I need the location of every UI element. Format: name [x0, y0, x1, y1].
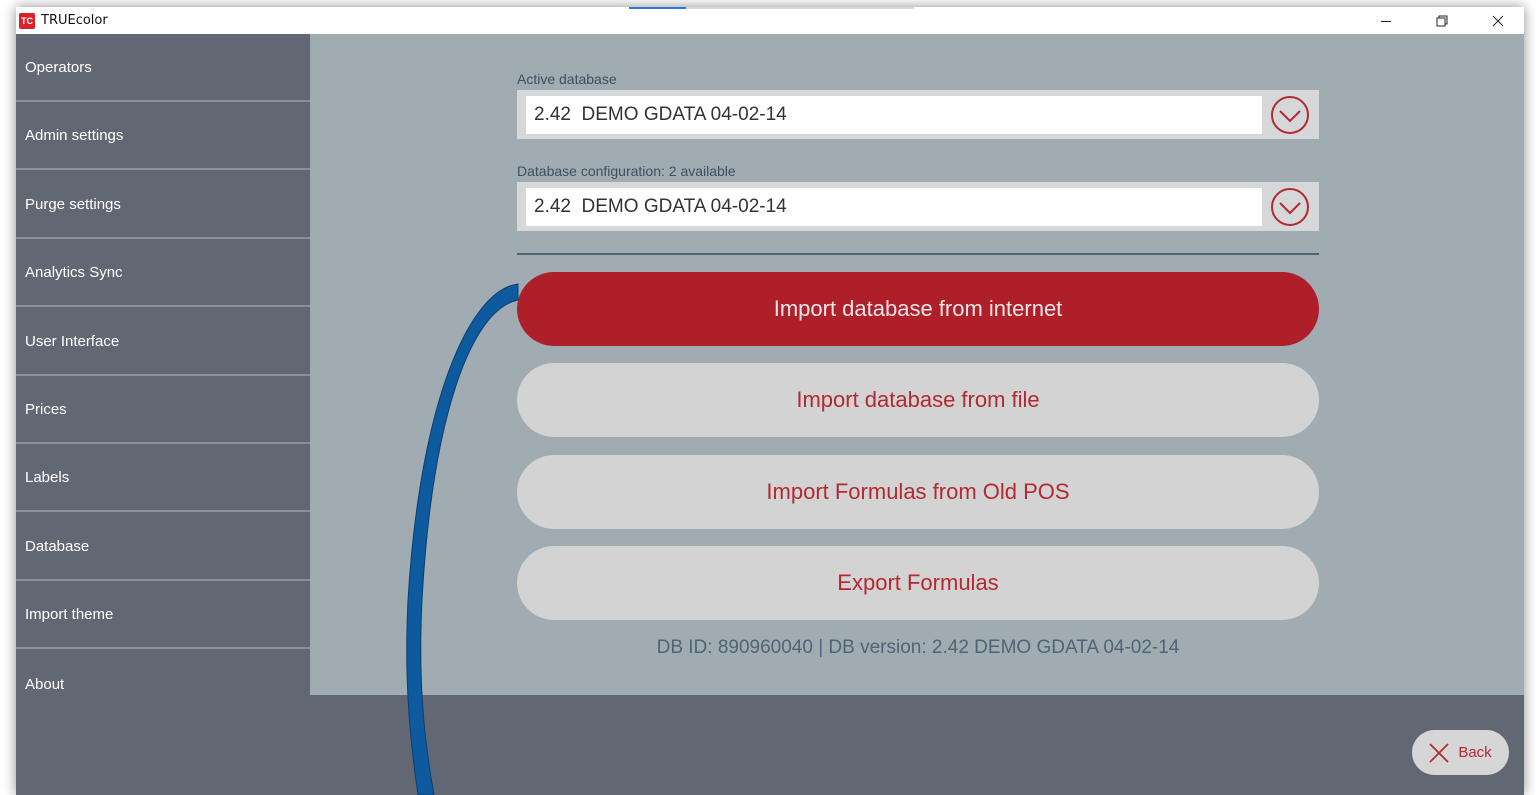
- active-database-select[interactable]: 2.42 DEMO GDATA 04-02-14: [517, 90, 1319, 139]
- active-database-label: Active database: [517, 71, 617, 87]
- sidebar-item-analytics-sync[interactable]: Analytics Sync: [16, 239, 310, 307]
- database-configuration-label: Database configuration: 2 available: [517, 163, 736, 179]
- import-database-internet-button[interactable]: Import database from internet: [517, 272, 1319, 346]
- back-label: Back: [1458, 744, 1492, 761]
- import-formulas-old-pos-button[interactable]: Import Formulas from Old POS: [517, 455, 1319, 529]
- minimize-icon: [1381, 20, 1391, 22]
- chevron-down-circle-icon[interactable]: [1270, 95, 1310, 135]
- sidebar-item-database[interactable]: Database: [16, 513, 310, 581]
- sidebar-item-label: Import theme: [25, 605, 114, 623]
- screen: TC TRUEcolor Operators Admin settings Pu…: [0, 0, 1540, 795]
- sidebar-item-import-theme[interactable]: Import theme: [16, 581, 310, 649]
- sidebar-item-label: About: [25, 675, 65, 693]
- restore-button[interactable]: [1419, 7, 1465, 34]
- sidebar-item-label: Admin settings: [25, 126, 124, 144]
- sidebar-item-label: Prices: [25, 400, 67, 418]
- import-database-file-button[interactable]: Import database from file: [517, 363, 1319, 437]
- database-panel: Active database 2.42 DEMO GDATA 04-02-14…: [310, 34, 1524, 695]
- database-configuration-value: 2.42 DEMO GDATA 04-02-14: [526, 188, 1262, 226]
- sidebar-item-labels[interactable]: Labels: [16, 444, 310, 512]
- sidebar-item-label: Analytics Sync: [25, 263, 123, 281]
- restore-icon: [1436, 15, 1448, 26]
- sidebar-item-label: Purge settings: [25, 195, 121, 213]
- app-window: TC TRUEcolor Operators Admin settings Pu…: [16, 7, 1524, 795]
- app-logo-icon: TC: [19, 13, 35, 29]
- export-formulas-button[interactable]: Export Formulas: [517, 546, 1319, 620]
- close-icon: [1492, 15, 1504, 26]
- sidebar-item-admin-settings[interactable]: Admin settings: [16, 102, 310, 170]
- sidebar-item-label: Database: [25, 537, 90, 555]
- title-bar: TC TRUEcolor: [16, 7, 1524, 34]
- sidebar: Operators Admin settings Purge settings …: [16, 34, 310, 718]
- sidebar-item-label: User Interface: [25, 332, 120, 350]
- sidebar-item-purge-settings[interactable]: Purge settings: [16, 171, 310, 239]
- minimize-button[interactable]: [1363, 7, 1409, 34]
- window-title: TRUEcolor: [41, 13, 108, 28]
- sidebar-item-prices[interactable]: Prices: [16, 376, 310, 444]
- title-bar-accent: [629, 7, 686, 9]
- database-configuration-select[interactable]: 2.42 DEMO GDATA 04-02-14: [517, 182, 1319, 231]
- sidebar-item-about[interactable]: About: [16, 650, 310, 718]
- section-divider: [517, 253, 1319, 255]
- sidebar-item-user-interface[interactable]: User Interface: [16, 308, 310, 376]
- sidebar-item-label: Labels: [25, 468, 70, 486]
- chevron-down-circle-icon[interactable]: [1270, 187, 1310, 227]
- sidebar-item-label: Operators: [25, 58, 92, 76]
- close-x-icon: [1429, 742, 1449, 763]
- database-info-text: DB ID: 890960040 | DB version: 2.42 DEMO…: [656, 637, 1180, 658]
- close-button[interactable]: [1475, 7, 1521, 34]
- sidebar-item-operators[interactable]: Operators: [16, 34, 310, 102]
- active-database-value: 2.42 DEMO GDATA 04-02-14: [526, 96, 1262, 134]
- title-bar-accent-track: [686, 7, 914, 9]
- back-button[interactable]: Back: [1412, 730, 1509, 775]
